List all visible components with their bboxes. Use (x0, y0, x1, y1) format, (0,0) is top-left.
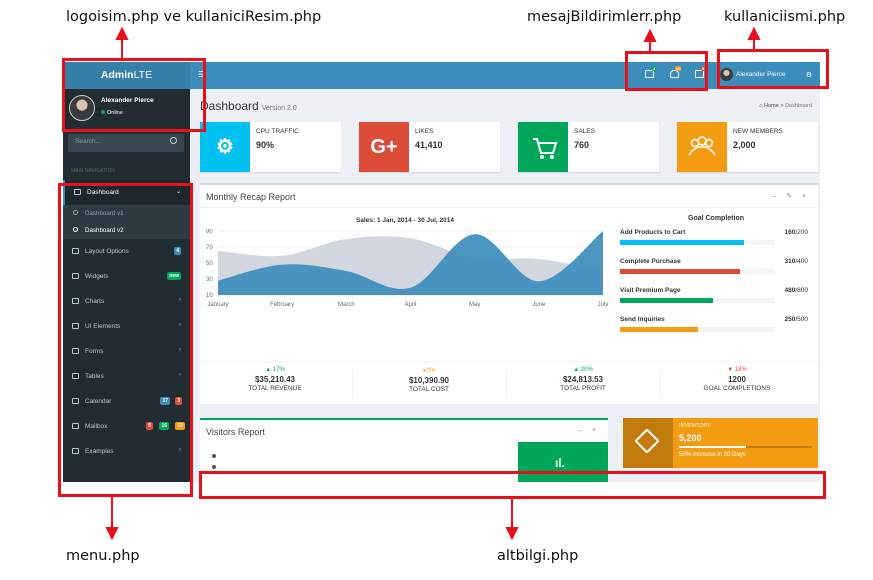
content: Dashboard Version 2.0 ⌂ Home > Dashboard … (190, 89, 820, 482)
annotation-menu: menu.php (66, 548, 140, 564)
annotation-box-menu (58, 183, 193, 497)
x-tick-label: June (532, 302, 546, 308)
box-tools[interactable]: – × (578, 427, 600, 434)
google-plus-icon: G+ (359, 122, 409, 172)
progress-bar (679, 446, 812, 448)
sales-area-chart: 90 70 50 30 10 January February March April May Ju… (206, 229, 609, 308)
progress-fill (620, 327, 698, 332)
map-marker (212, 454, 216, 458)
info-box-members: NEW MEMBERS 2,000 (677, 122, 818, 172)
inventory-box: INVENTORY 5,200 50% Increase in 30 Days (623, 418, 818, 468)
annotation-box-notifications (625, 51, 708, 91)
annotation-logo-user: logoisim.php ve kullaniciResim.php (66, 9, 322, 25)
goal-title: Goal Completion (688, 215, 744, 222)
nav-header: MAIN NAVIGATION (71, 168, 115, 174)
goal-row: Visit Premium Page 480/800 (620, 287, 812, 316)
goal-row: Add Products to Cart 160/200 (620, 229, 812, 258)
x-tick-label: February (270, 302, 294, 308)
stat-revenue: ▲ 17% $35,210.43 TOTAL REVENUE (248, 367, 302, 392)
x-tick-label: April (404, 302, 416, 308)
breadcrumb: ⌂ Home > Dashboard (759, 103, 812, 109)
chart-title: Sales: 1 Jan, 2014 - 30 Jul, 2014 (356, 217, 454, 224)
map-marker (212, 465, 216, 469)
box-title: Monthly Recap Report (206, 192, 296, 202)
bar-chart-icon: ıl. (555, 456, 566, 470)
progress-fill (620, 298, 713, 303)
y-tick-label: 70 (206, 245, 213, 251)
x-tick-label: July (598, 302, 609, 308)
goal-row: Complete Purchase 310/400 (620, 258, 812, 287)
y-tick-label: 90 (206, 229, 213, 235)
annotation-box-footer (199, 471, 826, 499)
breadcrumb-home[interactable]: ⌂ Home (759, 103, 779, 109)
breadcrumb-current: Dashboard (785, 103, 812, 109)
goal-row: Send Inquiries 250/500 (620, 316, 812, 345)
users-icon (677, 122, 727, 172)
y-tick-label: 50 (206, 261, 213, 267)
search-icon[interactable] (170, 137, 177, 144)
search-input[interactable]: Search... (68, 134, 184, 152)
y-tick-label: 30 (206, 277, 213, 283)
box-title: Visitors Report (206, 427, 265, 437)
annotation-footer: altbilgi.php (497, 548, 579, 564)
page-title: Dashboard Version 2.0 (200, 99, 297, 113)
annotation-box-username (717, 49, 829, 89)
progress-fill (620, 240, 744, 245)
info-box-cpu: ⚙ CPU TRAFFIC 90% (200, 122, 341, 172)
stat-profit: ▲ 20% $24,813.53 TOTAL PROFIT (560, 367, 606, 392)
annotation-username: kullaniciismi.php (724, 9, 846, 25)
goal-completion: Goal Completion Add Products to Cart 160/… (620, 215, 812, 345)
progress-bar (620, 240, 775, 245)
annotation-box-logo-user (62, 58, 206, 132)
progress-fill (679, 446, 746, 448)
info-box-sales: SALES 760 (518, 122, 659, 172)
info-box-likes: G+ LIKES 41,410 (359, 122, 500, 172)
x-tick-label: March (338, 302, 355, 308)
progress-fill (620, 269, 741, 274)
progress-bar (620, 327, 775, 332)
progress-bar (620, 298, 775, 303)
annotation-notifications: mesajBildirimlerr.php (527, 9, 682, 25)
tag-icon (623, 418, 673, 468)
y-tick-label: 10 (206, 293, 213, 299)
box-tools[interactable]: – ✎ × (772, 192, 810, 200)
x-tick-label: May (469, 302, 480, 308)
x-tick-label: January (207, 302, 228, 308)
gear-icon: ⚙ (200, 122, 250, 172)
stat-cost: ◂ 0% $10,390.90 TOTAL COST (408, 368, 450, 393)
progress-bar (620, 269, 775, 274)
shopping-cart-icon (518, 122, 568, 172)
monthly-recap-box: Monthly Recap Report – ✎ × Sales: 1 Jan,… (200, 183, 818, 404)
stat-goals: ▼ 18% 1200 GOAL COMPLETIONS (703, 367, 771, 392)
page-version: Version 2.0 (261, 105, 297, 112)
